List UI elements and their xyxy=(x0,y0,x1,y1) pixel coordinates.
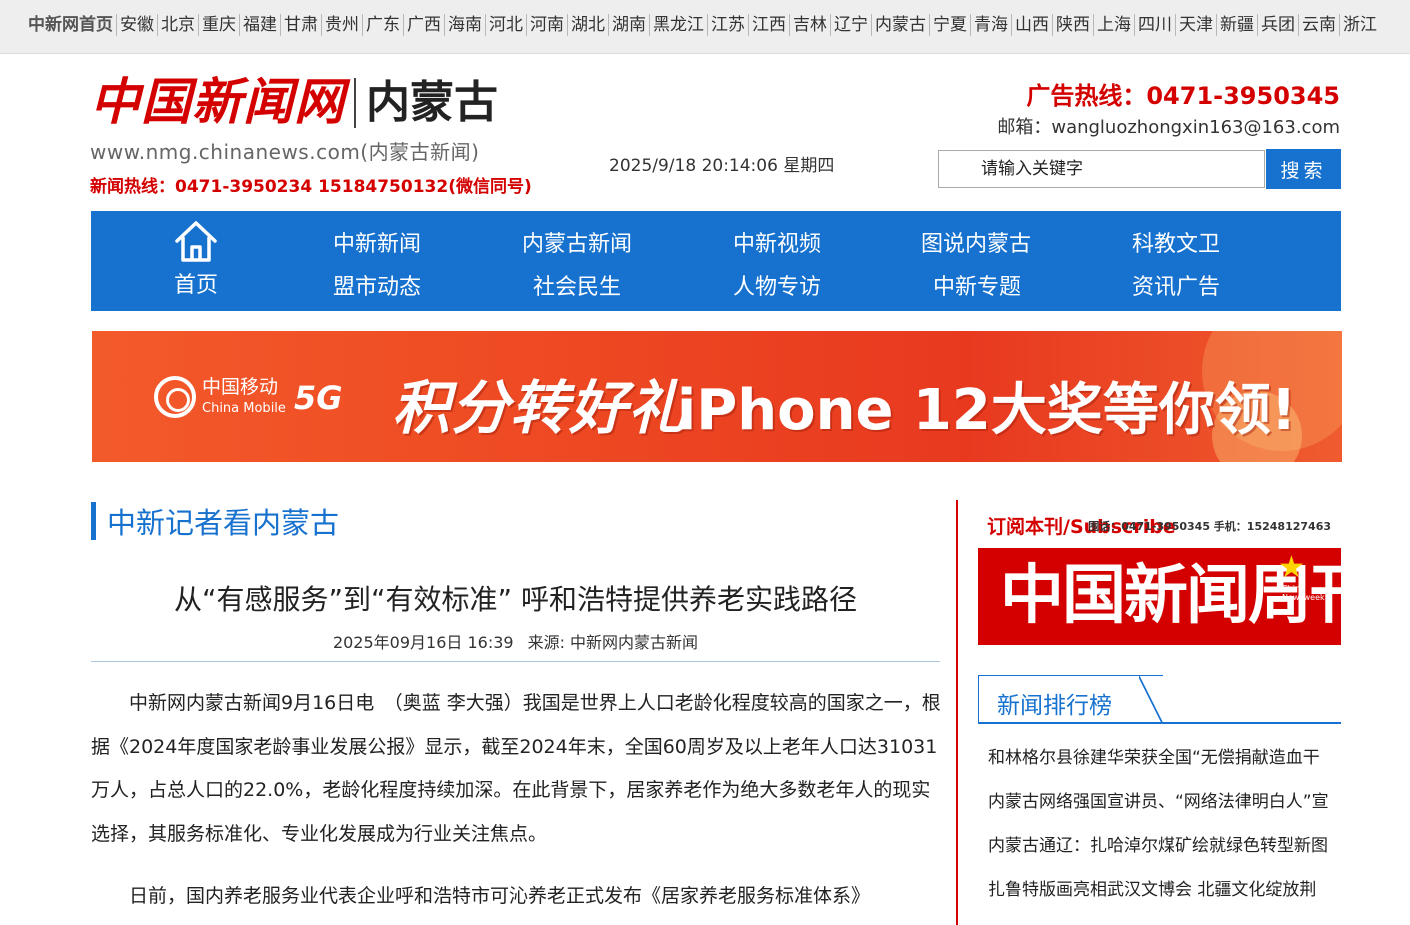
search-input[interactable] xyxy=(938,150,1265,188)
section-accent-bar xyxy=(91,502,96,540)
banner-slogan: 积分转好礼 xyxy=(392,374,688,442)
news-ranking-list: 和林格尔县徐建华荣获全国“无偿捐献造血干 内蒙古网络强国宣讲员、“网络法律明白人… xyxy=(988,743,1341,919)
province-link-shanghai[interactable]: 上海 xyxy=(1094,14,1135,36)
nav-item-neimenggu-news[interactable]: 内蒙古新闻 xyxy=(522,226,632,258)
province-link-heilongjiang[interactable]: 黑龙江 xyxy=(650,14,708,36)
section-title[interactable]: 中新记者看内蒙古 xyxy=(107,500,339,542)
site-logo[interactable]: 中国新闻网 内蒙古 xyxy=(90,72,510,132)
province-link-guizhou[interactable]: 贵州 xyxy=(322,14,363,36)
nav-item-league-city[interactable]: 盟市动态 xyxy=(333,269,421,301)
nav-item-society[interactable]: 社会民生 xyxy=(533,269,621,301)
nav-item-info-ads[interactable]: 资讯广告 xyxy=(1132,269,1220,301)
top-province-bar: 中新网首页 安徽 北京 重庆 福建 甘肃 贵州 广东 广西 海南 河北 河南 湖… xyxy=(0,0,1410,54)
banner-brand-cn: 中国移动 xyxy=(202,376,279,398)
nav-item-zhongxin-news[interactable]: 中新新闻 xyxy=(333,226,421,258)
ad-hotline: 广告热线：0471-3950345 xyxy=(1026,82,1340,110)
province-link-shaanxi[interactable]: 陕西 xyxy=(1053,14,1094,36)
nav-home-label: 首页 xyxy=(173,273,218,298)
nav-home[interactable]: 首页 xyxy=(161,219,231,305)
newsweek-english-name: China Newsweek xyxy=(1282,584,1325,602)
ranking-item[interactable]: 内蒙古通辽：扎哈淖尔煤矿绘就绿色转型新图 xyxy=(988,831,1341,875)
province-link-guangxi[interactable]: 广西 xyxy=(404,14,445,36)
province-link-hunan[interactable]: 湖南 xyxy=(609,14,650,36)
star-icon: ★ xyxy=(1278,550,1305,585)
province-link-henan[interactable]: 河南 xyxy=(527,14,568,36)
province-link-jiangxi[interactable]: 江西 xyxy=(749,14,790,36)
province-link-xinjiang[interactable]: 新疆 xyxy=(1217,14,1258,36)
logo-region: 内蒙古 xyxy=(366,77,498,128)
province-link-neimenggu[interactable]: 内蒙古 xyxy=(872,14,930,36)
china-newsweek-ad[interactable]: 中国新闻周刊 ★ China Newsweek xyxy=(978,548,1341,645)
current-datetime: 2025/9/18 20:14:06 星期四 xyxy=(609,156,835,176)
article-source: 来源: 中新网内蒙古新闻 xyxy=(527,633,699,652)
article-divider xyxy=(91,661,940,662)
province-link-yunnan[interactable]: 云南 xyxy=(1299,14,1340,36)
nav-item-special-topics[interactable]: 中新专题 xyxy=(933,269,1021,301)
logo-name: 中国新闻网 xyxy=(90,72,345,131)
column-divider xyxy=(956,500,958,925)
province-link-hainan[interactable]: 海南 xyxy=(445,14,486,36)
province-link-ningxia[interactable]: 宁夏 xyxy=(930,14,971,36)
news-hotline: 新闻热线：0471-3950234 15184750132(微信同号) xyxy=(90,177,532,197)
nav-item-zhongxin-video[interactable]: 中新视频 xyxy=(733,226,821,258)
province-link-hebei[interactable]: 河北 xyxy=(486,14,527,36)
chinanews-home-link[interactable]: 中新网首页 xyxy=(28,14,117,36)
province-links: 中新网首页 安徽 北京 重庆 福建 甘肃 贵州 广东 广西 海南 河北 河南 湖… xyxy=(28,14,1380,36)
news-ranking-tab[interactable]: 新闻排行榜 xyxy=(978,675,1163,724)
province-link-gansu[interactable]: 甘肃 xyxy=(281,14,322,36)
ranking-item[interactable]: 内蒙古网络强国宣讲员、“网络法律明白人”宣 xyxy=(988,787,1341,831)
news-ranking-title: 新闻排行榜 xyxy=(997,693,1112,719)
article-paragraph: 中新网内蒙古新闻9月16日电 （奥蓝 李大强）我国是世界上人口老龄化程度较高的国… xyxy=(91,692,941,845)
site-url: www.nmg.chinanews.com(内蒙古新闻) xyxy=(90,140,480,164)
province-link-jiangsu[interactable]: 江苏 xyxy=(708,14,749,36)
province-link-zhejiang[interactable]: 浙江 xyxy=(1340,14,1380,36)
nav-item-interviews[interactable]: 人物专访 xyxy=(733,269,821,301)
article-body: 中新网内蒙古新闻9月16日电 （奥蓝 李大强）我国是世界上人口老龄化程度较高的国… xyxy=(91,682,943,919)
province-link-fujian[interactable]: 福建 xyxy=(240,14,281,36)
province-link-tianjin[interactable]: 天津 xyxy=(1176,14,1217,36)
banner-prize: iPhone 12大奖等你领! xyxy=(677,378,1297,443)
china-mobile-logo-icon xyxy=(154,376,196,418)
province-link-sichuan[interactable]: 四川 xyxy=(1135,14,1176,36)
ranking-item[interactable]: 扎鲁特版画亮相武汉文博会 北疆文化绽放荆 xyxy=(988,875,1341,919)
subscribe-header: 订阅本刊/Subscribe 围话：0471-3950345 手机：152481… xyxy=(987,512,1341,540)
article-title: 从“有感服务”到“有效标准” 呼和浩特提供养老实践路径 xyxy=(174,583,857,616)
banner-brand-en: China Mobile xyxy=(202,401,286,416)
province-link-liaoning[interactable]: 辽宁 xyxy=(831,14,872,36)
search-button[interactable]: 搜索 xyxy=(1266,149,1341,189)
home-icon xyxy=(175,221,217,262)
logo-divider xyxy=(354,78,356,128)
ranking-item[interactable]: 和林格尔县徐建华荣获全国“无偿捐献造血干 xyxy=(988,743,1341,787)
province-link-beijing[interactable]: 北京 xyxy=(158,14,199,36)
main-nav: 首页 中新新闻 内蒙古新闻 中新视频 图说内蒙古 科教文卫 盟市动态 社会民生 … xyxy=(91,211,1341,311)
nav-item-science-culture[interactable]: 科教文卫 xyxy=(1132,226,1220,258)
subscribe-contact: 围话：0471-3950345 手机：15248127463 xyxy=(1088,520,1331,533)
news-ranking-header: 新闻排行榜 xyxy=(978,675,1341,724)
province-link-chongqing[interactable]: 重庆 xyxy=(199,14,240,36)
china-mobile-banner-ad[interactable]: 中国移动 China Mobile 5G 积分转好礼 iPhone 12大奖等你… xyxy=(92,331,1342,462)
province-link-anhui[interactable]: 安徽 xyxy=(117,14,158,36)
article-meta: 2025年09月16日 16:39 来源: 中新网内蒙古新闻 xyxy=(91,629,940,653)
province-link-bingtuan[interactable]: 兵团 xyxy=(1258,14,1299,36)
article-date: 2025年09月16日 16:39 xyxy=(332,633,514,652)
contact-email: 邮箱：wangluozhongxin163@163.com xyxy=(997,117,1340,138)
province-link-jilin[interactable]: 吉林 xyxy=(790,14,831,36)
article-paragraph: 日前，国内养老服务业代表企业呼和浩特市可沁养老正式发布《居家养老服务标准体系》 xyxy=(129,885,871,907)
nav-item-picture-neimenggu[interactable]: 图说内蒙古 xyxy=(921,226,1031,258)
province-link-hubei[interactable]: 湖北 xyxy=(568,14,609,36)
province-link-shanxi[interactable]: 山西 xyxy=(1012,14,1053,36)
province-link-guangdong[interactable]: 广东 xyxy=(363,14,404,36)
banner-5g-label: 5G xyxy=(294,379,343,417)
province-link-qinghai[interactable]: 青海 xyxy=(971,14,1012,36)
